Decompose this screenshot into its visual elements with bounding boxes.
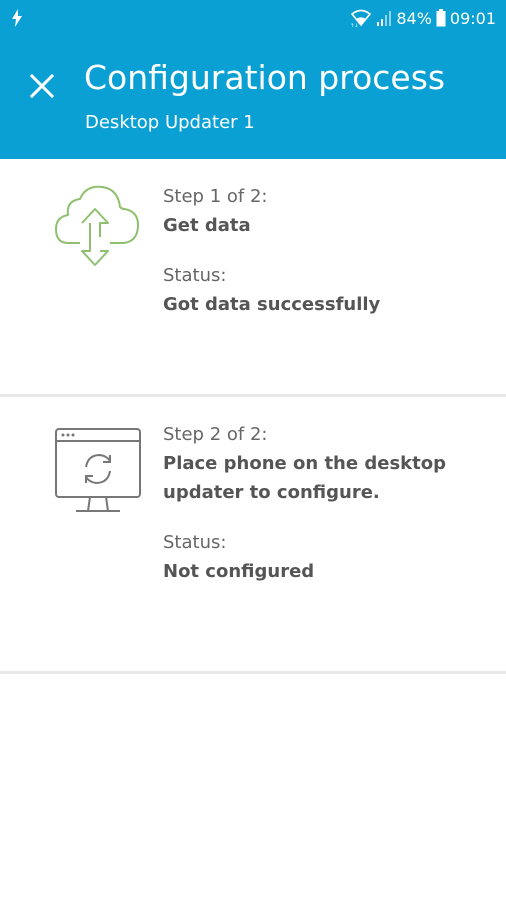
step-title: Get data: [163, 215, 251, 236]
svg-text:↑↓: ↑↓: [350, 23, 358, 27]
status-bar: ↑↓ 84% 09:01: [0, 0, 506, 36]
battery-icon: [436, 9, 446, 27]
page-subtitle: Desktop Updater 1: [85, 112, 255, 133]
close-icon: [30, 74, 54, 98]
status-label: Status:: [163, 265, 227, 286]
step-card-1: Step 1 of 2: Get data Status: Got data s…: [0, 159, 506, 394]
step-text-2: Step 2 of 2: Place phone on the desktop …: [163, 420, 486, 586]
app-bar: Configuration process Desktop Updater 1: [0, 36, 506, 159]
step-card-2: Step 2 of 2: Place phone on the desktop …: [0, 397, 506, 671]
status-value: Not configured: [163, 561, 315, 582]
step-counter: Step 1 of 2:: [163, 186, 268, 207]
step-counter: Step 2 of 2:: [163, 424, 268, 445]
close-button[interactable]: [20, 64, 64, 108]
status-label: Status:: [163, 532, 227, 553]
cloud-sync-icon: [55, 185, 139, 266]
step-text-1: Step 1 of 2: Get data Status: Got data s…: [163, 182, 486, 319]
status-bar-right: ↑↓ 84% 09:01: [350, 6, 496, 30]
desktop-updater-icon: [55, 428, 141, 512]
page-title: Configuration process: [84, 58, 446, 97]
wifi-icon: ↑↓: [350, 9, 372, 27]
flash-icon: [12, 9, 22, 27]
divider: [0, 671, 506, 674]
clock: 09:01: [449, 8, 496, 28]
step-title: Place phone on the desktop updater to co…: [163, 453, 446, 503]
status-value: Got data successfully: [163, 294, 381, 315]
battery-percent: 84%: [396, 8, 432, 28]
signal-icon: [377, 11, 392, 26]
